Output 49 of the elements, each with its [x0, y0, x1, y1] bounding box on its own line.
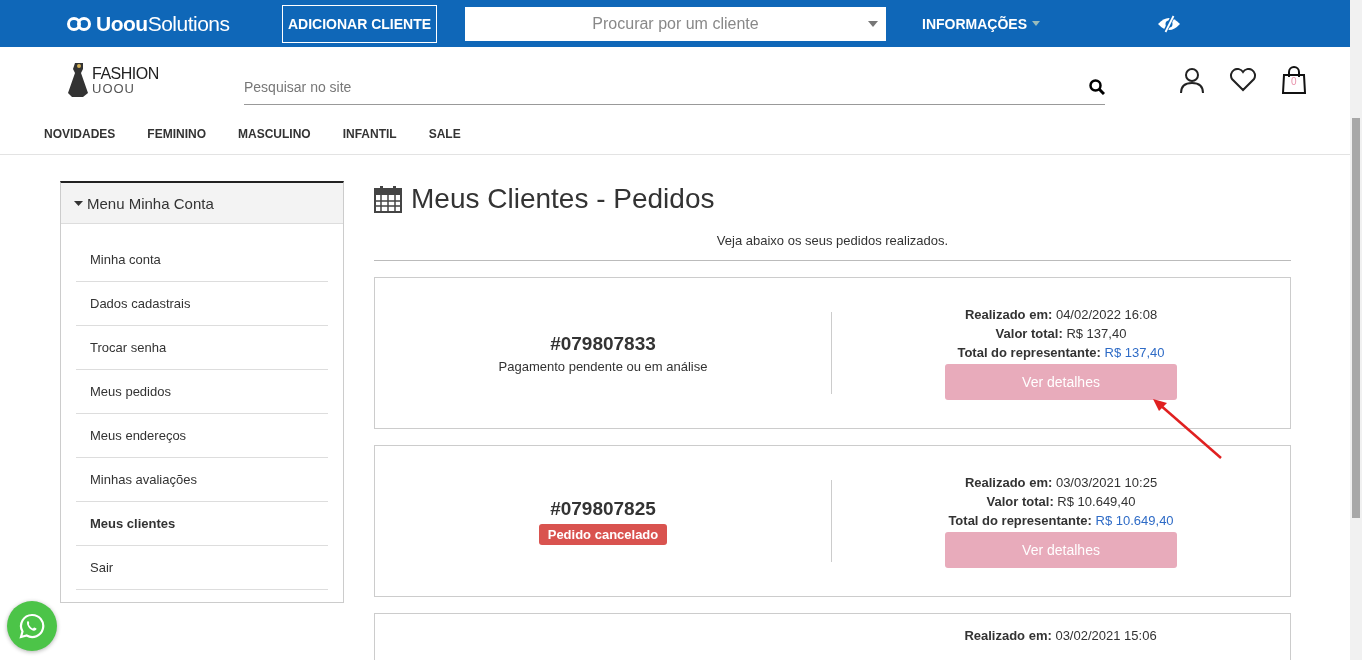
- page-subtitle: Veja abaixo os seus pedidos realizados.: [715, 233, 950, 248]
- page-title: Meus Clientes - Pedidos: [411, 183, 715, 215]
- scrollbar[interactable]: [1350, 0, 1362, 660]
- order-number: #079807833: [550, 332, 656, 355]
- sidebar-item[interactable]: Meus clientes: [76, 502, 328, 546]
- nav-link[interactable]: NOVIDADES: [44, 126, 116, 141]
- caret-icon: [1032, 21, 1040, 26]
- nav-link[interactable]: MASCULINO: [238, 126, 311, 141]
- order-total: Valor total: R$ 10.649,40: [986, 493, 1136, 509]
- whatsapp-icon: [19, 613, 45, 639]
- client-select-placeholder: Procurar por um cliente: [592, 14, 759, 33]
- nav-link[interactable]: FEMININO: [147, 126, 206, 141]
- sidebar-item[interactable]: Dados cadastrais: [76, 282, 328, 326]
- brand-logo: UoouSolutions: [96, 11, 230, 36]
- nav-link[interactable]: SALE: [428, 126, 461, 141]
- order-date: Realizado em: 03/03/2021 10:25: [964, 474, 1158, 490]
- order-date: Realizado em: 04/02/2022 16:08: [964, 306, 1158, 322]
- sidebar-item[interactable]: Meus endereços: [76, 414, 328, 458]
- calendar-icon: [374, 185, 402, 213]
- eye-slash-icon[interactable]: [1157, 14, 1181, 33]
- search-icon[interactable]: [1089, 79, 1105, 95]
- sidebar-item[interactable]: Meus pedidos: [76, 370, 328, 414]
- logo-text: UOOU: [92, 81, 136, 95]
- user-icon[interactable]: [1179, 67, 1205, 93]
- order-number: #079807825: [550, 497, 656, 520]
- order-status-badge: Pedido cancelado: [538, 523, 668, 545]
- linked-rings-icon: [66, 16, 92, 31]
- logo-text: FASHION: [92, 65, 159, 82]
- sidebar-item[interactable]: Sair: [76, 546, 328, 590]
- info-menu[interactable]: INFORMAÇÕES: [922, 15, 1027, 32]
- representative-total: Total do representante: R$ 137,40: [957, 344, 1165, 360]
- sidebar-item[interactable]: Minhas avaliações: [76, 458, 328, 502]
- sidebar-item[interactable]: Minha conta: [76, 238, 328, 282]
- cart-count: 0: [1291, 76, 1297, 87]
- order-date: Realizado em: 03/02/2021 15:06: [964, 628, 1157, 643]
- nav-link[interactable]: INFANTIL: [342, 126, 397, 141]
- heart-icon[interactable]: [1229, 68, 1257, 92]
- sidebar-title: Menu Minha Conta: [87, 194, 214, 212]
- caret-icon: [74, 200, 83, 206]
- representative-total: Total do representante: R$ 10.649,40: [948, 512, 1174, 528]
- caret-icon: [868, 20, 878, 27]
- order-status: Pagamento pendente ou em análise: [498, 358, 708, 374]
- order-total: Valor total: R$ 137,40: [995, 325, 1127, 341]
- sidebar-item[interactable]: Trocar senha: [76, 326, 328, 370]
- dress-icon: [68, 63, 90, 97]
- sidebar-header[interactable]: Menu Minha Conta: [61, 183, 343, 224]
- client-select[interactable]: Procurar por um cliente: [465, 6, 886, 41]
- add-client-button[interactable]: ADICIONAR CLIENTE: [282, 4, 437, 43]
- scrollbar-thumb[interactable]: [1352, 118, 1360, 518]
